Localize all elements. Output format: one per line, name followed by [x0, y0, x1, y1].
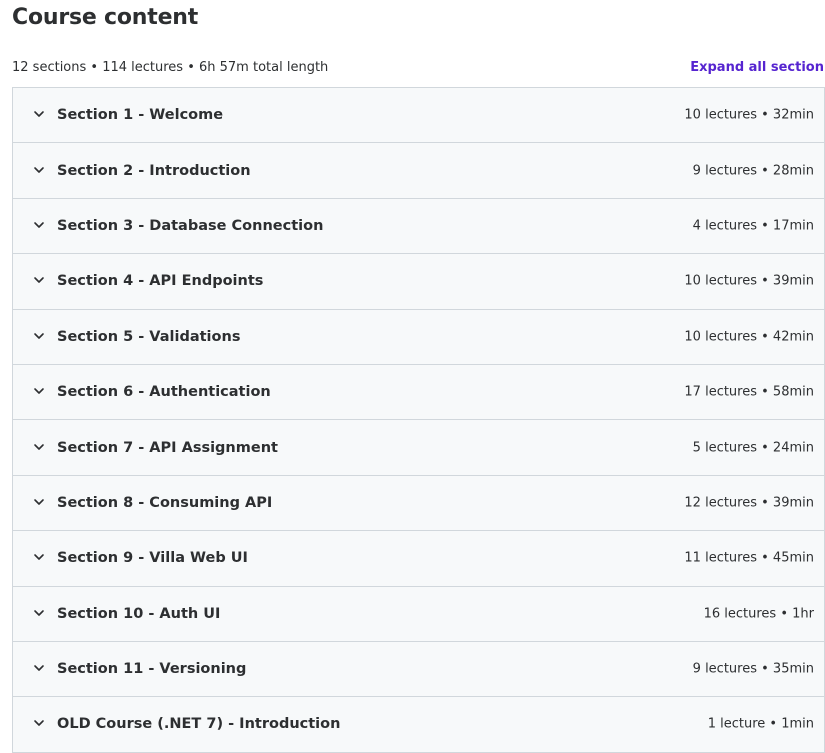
- section-title: Section 8 - Consuming API: [57, 494, 273, 511]
- expand-all-sections-button[interactable]: Expand all section: [690, 58, 824, 78]
- course-summary-row: 12 sections • 114 lectures • 6h 57m tota…: [12, 58, 825, 78]
- section-title: Section 4 - API Endpoints: [57, 273, 264, 290]
- section-title: Section 1 - Welcome: [57, 107, 224, 124]
- chevron-down-icon: [33, 330, 45, 342]
- section-row[interactable]: Section 5 - Validations 10 lectures • 42m…: [13, 309, 824, 365]
- section-row[interactable]: Section 3 - Database Connection 4 lecture…: [13, 198, 824, 255]
- section-row[interactable]: Section 2 - Introduction 9 lectures • 28m…: [13, 143, 824, 199]
- section-title: Section 3 - Database Connection: [57, 217, 324, 234]
- section-title: Section 11 - Versioning: [57, 661, 247, 678]
- section-title: Section 6 - Authentication: [57, 384, 271, 401]
- section-row[interactable]: Section 10 - Auth UI 16 lectures • 1hr: [13, 586, 824, 642]
- section-row[interactable]: Section 11 - Versioning 9 lectures • 35mi…: [13, 641, 824, 698]
- section-meta: 1 lecture • 1min: [707, 716, 814, 732]
- section-meta: 4 lectures • 17min: [692, 218, 814, 234]
- chevron-down-icon: [33, 385, 45, 397]
- course-summary: 12 sections • 114 lectures • 6h 57m tota…: [12, 60, 329, 75]
- section-meta: 12 lectures • 39min: [684, 495, 814, 511]
- section-meta: 11 lectures • 45min: [684, 550, 814, 566]
- chevron-down-icon: [33, 607, 45, 619]
- section-title: Section 7 - API Assignment: [57, 439, 278, 456]
- chevron-down-icon: [33, 496, 45, 508]
- section-meta: 10 lectures • 42min: [684, 329, 814, 345]
- course-content-panel: Course content 12 sections • 114 lecture…: [0, 0, 825, 753]
- chevron-down-icon: [33, 551, 45, 563]
- section-row[interactable]: Section 7 - API Assignment 5 lectures • 2…: [13, 420, 824, 476]
- section-title: OLD Course (.NET 7) - Introduction: [57, 716, 341, 733]
- section-meta: 9 lectures • 28min: [692, 163, 814, 179]
- section-row[interactable]: Section 4 - API Endpoints 10 lectures • 3…: [13, 254, 824, 310]
- chevron-down-icon: [33, 164, 45, 176]
- section-row[interactable]: Section 8 - Consuming API 12 lectures • 3…: [13, 475, 824, 532]
- chevron-down-icon: [33, 219, 45, 231]
- chevron-down-icon: [33, 662, 45, 674]
- section-row[interactable]: OLD Course (.NET 7) - Introduction 1 lect…: [13, 697, 824, 753]
- chevron-down-icon: [33, 441, 45, 453]
- section-title: Section 10 - Auth UI: [57, 605, 221, 622]
- section-meta: 10 lectures • 32min: [684, 107, 814, 123]
- section-meta: 16 lectures • 1hr: [703, 606, 814, 622]
- chevron-down-icon: [33, 717, 45, 729]
- section-meta: 17 lectures • 58min: [684, 384, 814, 400]
- section-row[interactable]: Section 1 - Welcome 10 lectures • 32min: [13, 88, 824, 144]
- section-row[interactable]: Section 6 - Authentication 17 lectures • …: [13, 364, 824, 421]
- chevron-down-icon: [33, 274, 45, 286]
- section-meta: 5 lectures • 24min: [692, 440, 814, 456]
- section-row[interactable]: Section 9 - Villa Web UI 11 lectures • 45…: [13, 531, 824, 587]
- section-list: Section 1 - Welcome 10 lectures • 32min Se…: [12, 87, 825, 753]
- section-title: Section 2 - Introduction: [57, 162, 251, 179]
- section-title: Section 9 - Villa Web UI: [57, 550, 248, 567]
- section-meta: 10 lectures • 39min: [684, 273, 814, 289]
- section-meta: 9 lectures • 35min: [692, 661, 814, 677]
- chevron-down-icon: [33, 108, 45, 120]
- page-title: Course content: [12, 5, 199, 30]
- section-title: Section 5 - Validations: [57, 328, 241, 345]
